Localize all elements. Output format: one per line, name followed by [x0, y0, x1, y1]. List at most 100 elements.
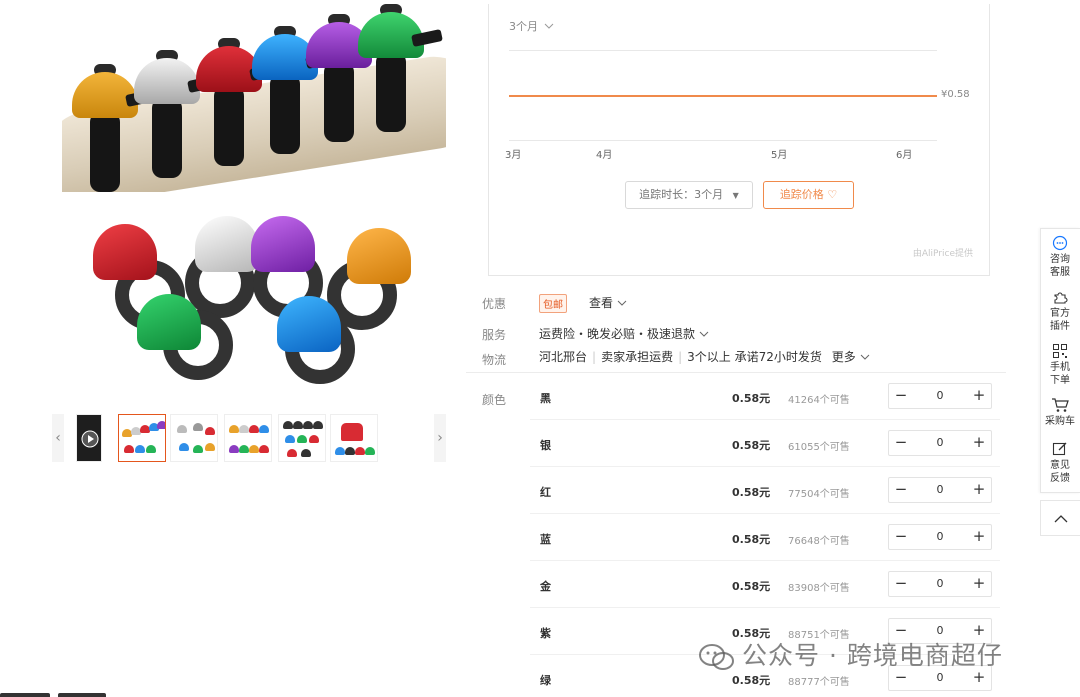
free-shipping-badge: 包邮 [539, 294, 567, 313]
thumbnail-4[interactable] [278, 414, 326, 462]
thumbnail-1[interactable] [118, 414, 166, 462]
chevron-up-icon [1054, 515, 1067, 523]
quantity-stepper: − 0 + [888, 477, 992, 503]
sku-row: 黑 0.58元 41264个可售 − 0 + [530, 373, 1000, 420]
product-second-image [55, 200, 445, 398]
decrease-button[interactable]: − [889, 384, 913, 408]
sku-price: 0.58元 [732, 439, 771, 452]
sku-color-name: 黑 [540, 392, 551, 405]
purchase-cart-button[interactable]: 采购车 [1041, 397, 1079, 428]
sku-stock: 77504个可售 [788, 489, 850, 500]
chart-range-select[interactable]: 3个月 [509, 18, 554, 34]
service-value[interactable]: 运费险・晚发必赔・极速退款 [539, 325, 709, 342]
quantity-stepper: − 0 + [888, 571, 992, 597]
sku-price: 0.58元 [732, 392, 771, 405]
sku-price: 0.58元 [732, 580, 771, 593]
floating-toolbar: 咨询客服 官方插件 手机下单 采购车 意见反馈 [1040, 228, 1080, 493]
bottom-tab-1[interactable] [0, 693, 50, 697]
consult-service-label: 咨询客服 [1050, 254, 1070, 278]
sku-color-name: 红 [540, 486, 551, 499]
sku-price: 0.58元 [732, 674, 771, 687]
edit-icon [1052, 442, 1067, 456]
logistics-origin: 河北邢台 [539, 350, 588, 364]
decrease-button[interactable]: − [889, 525, 913, 549]
sku-color-name: 银 [540, 439, 551, 452]
back-to-top-button[interactable] [1040, 500, 1080, 536]
price-history-panel: 3个月 ¥0.58 3月 4月 5月 6月 追踪时长：3个月 ▼ 追踪价格 ♡ … [488, 4, 990, 276]
product-main-image [62, 0, 446, 192]
chart-provider: 由AliPrice提供 [912, 249, 973, 259]
thumb-prev-arrow[interactable]: ‹ [52, 414, 64, 462]
quantity-input[interactable]: 0 [917, 431, 963, 455]
wechat-watermark: 公众号 · 跨境电商超仔 [698, 636, 1003, 672]
mobile-order-button[interactable]: 手机下单 [1041, 343, 1079, 387]
increase-button[interactable]: + [967, 572, 991, 596]
increase-button[interactable]: + [967, 478, 991, 502]
track-duration-label: 追踪时长：3个月 [639, 188, 724, 201]
sku-stock: 41264个可售 [788, 395, 850, 406]
quantity-input[interactable]: 0 [917, 478, 963, 502]
quantity-stepper: − 0 + [888, 430, 992, 456]
puzzle-icon [1054, 292, 1068, 304]
sku-stock: 61055个可售 [788, 442, 850, 453]
x-tick-mar: 3月 [505, 150, 522, 161]
chevron-down-icon [617, 300, 627, 306]
cart-icon [1052, 398, 1069, 412]
decrease-button[interactable]: − [889, 572, 913, 596]
chat-icon [1052, 235, 1068, 251]
caret-down-icon: ▼ [732, 191, 739, 200]
heart-icon: ♡ [827, 188, 838, 201]
official-plugin-button[interactable]: 官方插件 [1041, 289, 1079, 333]
service-label: 服务 [482, 328, 507, 342]
track-price-label: 追踪价格 [779, 188, 824, 201]
track-duration-button[interactable]: 追踪时长：3个月 ▼ [625, 181, 753, 209]
sku-row: 红 0.58元 77504个可售 − 0 + [530, 467, 1000, 514]
quantity-stepper: − 0 + [888, 383, 992, 409]
logistics-shipping: 3个以上 承诺72小时发货 [687, 350, 822, 364]
sku-row: 金 0.58元 83908个可售 − 0 + [530, 561, 1000, 608]
sku-price: 0.58元 [732, 533, 771, 546]
feedback-label: 意见反馈 [1050, 460, 1070, 484]
sku-color-name: 金 [540, 580, 551, 593]
sku-row: 银 0.58元 61055个可售 − 0 + [530, 420, 1000, 467]
play-icon [81, 430, 99, 448]
logistics-more-link[interactable]: 更多 [832, 350, 870, 364]
sku-color-name: 紫 [540, 627, 551, 640]
quantity-input[interactable]: 0 [917, 525, 963, 549]
increase-button[interactable]: + [967, 525, 991, 549]
decrease-button[interactable]: − [889, 431, 913, 455]
sku-price: 0.58元 [732, 486, 771, 499]
quantity-input[interactable]: 0 [917, 384, 963, 408]
consult-service-button[interactable]: 咨询客服 [1041, 235, 1079, 279]
sku-stock: 76648个可售 [788, 536, 850, 547]
purchase-cart-label: 采购车 [1045, 416, 1075, 427]
sku-row: 蓝 0.58元 76648个可售 − 0 + [530, 514, 1000, 561]
thumbnail-5[interactable] [330, 414, 378, 462]
price-series-line [509, 95, 937, 97]
increase-button[interactable]: + [967, 431, 991, 455]
increase-button[interactable]: + [967, 384, 991, 408]
thumbnail-2[interactable] [170, 414, 218, 462]
qrcode-icon [1053, 344, 1067, 358]
promo-view-label: 查看 [589, 296, 614, 310]
thumb-next-arrow[interactable]: › [434, 414, 446, 462]
quantity-input[interactable]: 0 [917, 572, 963, 596]
logistics-value: 河北邢台 | 卖家承担运费 | 3个以上 承诺72小时发货 更多 [539, 348, 870, 365]
watermark-text: 公众号 · 跨境电商超仔 [742, 641, 1003, 670]
color-label: 颜色 [482, 393, 507, 407]
promo-label: 优惠 [482, 297, 507, 311]
bottom-tab-2[interactable] [58, 693, 106, 697]
decrease-button[interactable]: − [889, 478, 913, 502]
logistics-fee: 卖家承担运费 [601, 350, 674, 364]
service-text: 运费险・晚发必赔・极速退款 [539, 327, 696, 341]
thumbnail-video[interactable] [76, 414, 102, 462]
promo-view-link[interactable]: 查看 [589, 294, 627, 311]
chevron-down-icon [699, 331, 709, 337]
feedback-button[interactable]: 意见反馈 [1041, 441, 1079, 485]
price-series-label: ¥0.58 [941, 89, 970, 100]
sku-color-name: 蓝 [540, 533, 551, 546]
mobile-order-label: 手机下单 [1050, 362, 1070, 386]
track-price-button[interactable]: 追踪价格 ♡ [763, 181, 854, 209]
thumbnail-3[interactable] [224, 414, 272, 462]
x-tick-jun: 6月 [896, 150, 913, 161]
